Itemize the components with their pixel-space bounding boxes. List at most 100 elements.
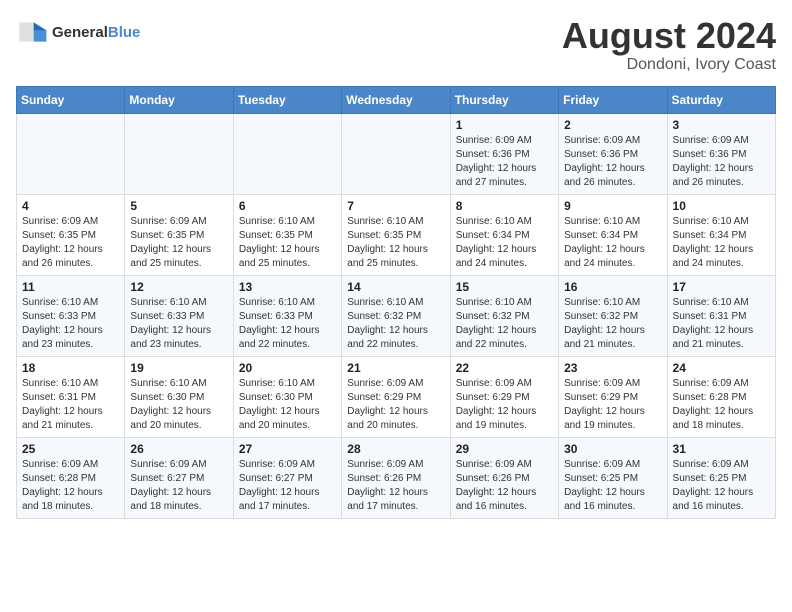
day-number: 13 bbox=[239, 280, 336, 294]
day-info: Sunrise: 6:10 AM Sunset: 6:35 PM Dayligh… bbox=[239, 215, 336, 271]
calendar-table: SundayMondayTuesdayWednesdayThursdayFrid… bbox=[16, 86, 776, 519]
logo-icon bbox=[16, 16, 48, 48]
logo: GeneralBlue bbox=[16, 16, 140, 48]
calendar-cell: 10 Sunrise: 6:10 AM Sunset: 6:34 PM Dayli… bbox=[667, 194, 775, 275]
calendar-subtitle: Dondoni, Ivory Coast bbox=[562, 56, 776, 74]
calendar-cell: 19 Sunrise: 6:10 AM Sunset: 6:30 PM Dayli… bbox=[125, 356, 233, 437]
calendar-header-tuesday: Tuesday bbox=[233, 86, 341, 113]
day-number: 17 bbox=[673, 280, 770, 294]
calendar-week-row: 25 Sunrise: 6:09 AM Sunset: 6:28 PM Dayli… bbox=[17, 437, 776, 518]
day-number: 27 bbox=[239, 442, 336, 456]
day-info: Sunrise: 6:10 AM Sunset: 6:33 PM Dayligh… bbox=[22, 296, 119, 352]
calendar-cell: 29 Sunrise: 6:09 AM Sunset: 6:26 PM Dayli… bbox=[450, 437, 558, 518]
calendar-cell: 28 Sunrise: 6:09 AM Sunset: 6:26 PM Dayli… bbox=[342, 437, 450, 518]
logo-text: GeneralBlue bbox=[52, 24, 140, 41]
day-number: 31 bbox=[673, 442, 770, 456]
calendar-cell: 14Sunrise: 6:10 AM Sunset: 6:32 PM Dayli… bbox=[342, 275, 450, 356]
day-info: Sunrise: 6:09 AM Sunset: 6:36 PM Dayligh… bbox=[673, 134, 770, 190]
calendar-header-saturday: Saturday bbox=[667, 86, 775, 113]
calendar-cell bbox=[17, 113, 125, 194]
calendar-week-row: 1 Sunrise: 6:09 AM Sunset: 6:36 PM Daylig… bbox=[17, 113, 776, 194]
calendar-header-row: SundayMondayTuesdayWednesdayThursdayFrid… bbox=[17, 86, 776, 113]
calendar-cell: 6 Sunrise: 6:10 AM Sunset: 6:35 PM Daylig… bbox=[233, 194, 341, 275]
calendar-cell: 31 Sunrise: 6:09 AM Sunset: 6:25 PM Dayli… bbox=[667, 437, 775, 518]
day-info: Sunrise: 6:10 AM Sunset: 6:30 PM Dayligh… bbox=[130, 377, 227, 433]
day-number: 10 bbox=[673, 199, 770, 213]
calendar-cell: 27Sunrise: 6:09 AM Sunset: 6:27 PM Dayli… bbox=[233, 437, 341, 518]
day-info: Sunrise: 6:09 AM Sunset: 6:35 PM Dayligh… bbox=[130, 215, 227, 271]
day-info: Sunrise: 6:09 AM Sunset: 6:25 PM Dayligh… bbox=[673, 458, 770, 514]
day-number: 30 bbox=[564, 442, 661, 456]
day-info: Sunrise: 6:09 AM Sunset: 6:26 PM Dayligh… bbox=[456, 458, 553, 514]
day-info: Sunrise: 6:09 AM Sunset: 6:29 PM Dayligh… bbox=[347, 377, 444, 433]
day-number: 15 bbox=[456, 280, 553, 294]
calendar-title: August 2024 bbox=[562, 16, 776, 56]
day-info: Sunrise: 6:10 AM Sunset: 6:34 PM Dayligh… bbox=[673, 215, 770, 271]
day-number: 20 bbox=[239, 361, 336, 375]
day-number: 8 bbox=[456, 199, 553, 213]
day-info: Sunrise: 6:09 AM Sunset: 6:29 PM Dayligh… bbox=[456, 377, 553, 433]
day-number: 9 bbox=[564, 199, 661, 213]
day-number: 1 bbox=[456, 118, 553, 132]
day-info: Sunrise: 6:10 AM Sunset: 6:32 PM Dayligh… bbox=[456, 296, 553, 352]
day-info: Sunrise: 6:10 AM Sunset: 6:31 PM Dayligh… bbox=[673, 296, 770, 352]
calendar-cell: 13 Sunrise: 6:10 AM Sunset: 6:33 PM Dayli… bbox=[233, 275, 341, 356]
calendar-cell: 16 Sunrise: 6:10 AM Sunset: 6:32 PM Dayli… bbox=[559, 275, 667, 356]
day-number: 14 bbox=[347, 280, 444, 294]
day-info: Sunrise: 6:10 AM Sunset: 6:33 PM Dayligh… bbox=[130, 296, 227, 352]
calendar-cell: 4 Sunrise: 6:09 AM Sunset: 6:35 PM Daylig… bbox=[17, 194, 125, 275]
day-info: Sunrise: 6:10 AM Sunset: 6:32 PM Dayligh… bbox=[564, 296, 661, 352]
calendar-week-row: 18Sunrise: 6:10 AM Sunset: 6:31 PM Dayli… bbox=[17, 356, 776, 437]
day-info: Sunrise: 6:10 AM Sunset: 6:35 PM Dayligh… bbox=[347, 215, 444, 271]
day-info: Sunrise: 6:09 AM Sunset: 6:26 PM Dayligh… bbox=[347, 458, 444, 514]
day-number: 4 bbox=[22, 199, 119, 213]
calendar-cell: 3Sunrise: 6:09 AM Sunset: 6:36 PM Daylig… bbox=[667, 113, 775, 194]
calendar-cell: 11 Sunrise: 6:10 AM Sunset: 6:33 PM Dayli… bbox=[17, 275, 125, 356]
day-number: 29 bbox=[456, 442, 553, 456]
calendar-cell: 7 Sunrise: 6:10 AM Sunset: 6:35 PM Daylig… bbox=[342, 194, 450, 275]
day-info: Sunrise: 6:09 AM Sunset: 6:28 PM Dayligh… bbox=[22, 458, 119, 514]
calendar-cell: 1Sunrise: 6:09 AM Sunset: 6:36 PM Daylig… bbox=[450, 113, 558, 194]
day-number: 18 bbox=[22, 361, 119, 375]
calendar-week-row: 11 Sunrise: 6:10 AM Sunset: 6:33 PM Dayli… bbox=[17, 275, 776, 356]
day-number: 25 bbox=[22, 442, 119, 456]
day-info: Sunrise: 6:10 AM Sunset: 6:33 PM Dayligh… bbox=[239, 296, 336, 352]
calendar-header-sunday: Sunday bbox=[17, 86, 125, 113]
calendar-cell bbox=[233, 113, 341, 194]
day-number: 24 bbox=[673, 361, 770, 375]
day-number: 28 bbox=[347, 442, 444, 456]
calendar-cell: 20Sunrise: 6:10 AM Sunset: 6:30 PM Dayli… bbox=[233, 356, 341, 437]
calendar-cell: 8 Sunrise: 6:10 AM Sunset: 6:34 PM Daylig… bbox=[450, 194, 558, 275]
calendar-cell: 26 Sunrise: 6:09 AM Sunset: 6:27 PM Dayli… bbox=[125, 437, 233, 518]
calendar-cell: 12 Sunrise: 6:10 AM Sunset: 6:33 PM Dayli… bbox=[125, 275, 233, 356]
day-number: 11 bbox=[22, 280, 119, 294]
day-number: 6 bbox=[239, 199, 336, 213]
day-number: 5 bbox=[130, 199, 227, 213]
day-number: 26 bbox=[130, 442, 227, 456]
calendar-cell bbox=[342, 113, 450, 194]
day-info: Sunrise: 6:09 AM Sunset: 6:25 PM Dayligh… bbox=[564, 458, 661, 514]
day-number: 19 bbox=[130, 361, 227, 375]
day-number: 23 bbox=[564, 361, 661, 375]
calendar-header-monday: Monday bbox=[125, 86, 233, 113]
calendar-header-wednesday: Wednesday bbox=[342, 86, 450, 113]
day-info: Sunrise: 6:09 AM Sunset: 6:27 PM Dayligh… bbox=[130, 458, 227, 514]
calendar-cell: 22 Sunrise: 6:09 AM Sunset: 6:29 PM Dayli… bbox=[450, 356, 558, 437]
calendar-cell: 5 Sunrise: 6:09 AM Sunset: 6:35 PM Daylig… bbox=[125, 194, 233, 275]
day-info: Sunrise: 6:10 AM Sunset: 6:34 PM Dayligh… bbox=[456, 215, 553, 271]
page-header: GeneralBlue August 2024 Dondoni, Ivory C… bbox=[16, 16, 776, 74]
day-number: 22 bbox=[456, 361, 553, 375]
calendar-cell: 15 Sunrise: 6:10 AM Sunset: 6:32 PM Dayli… bbox=[450, 275, 558, 356]
title-block: August 2024 Dondoni, Ivory Coast bbox=[562, 16, 776, 74]
day-info: Sunrise: 6:09 AM Sunset: 6:29 PM Dayligh… bbox=[564, 377, 661, 433]
day-number: 7 bbox=[347, 199, 444, 213]
calendar-cell bbox=[125, 113, 233, 194]
day-info: Sunrise: 6:09 AM Sunset: 6:35 PM Dayligh… bbox=[22, 215, 119, 271]
day-number: 2 bbox=[564, 118, 661, 132]
calendar-header-thursday: Thursday bbox=[450, 86, 558, 113]
calendar-cell: 24Sunrise: 6:09 AM Sunset: 6:28 PM Dayli… bbox=[667, 356, 775, 437]
day-number: 16 bbox=[564, 280, 661, 294]
calendar-week-row: 4 Sunrise: 6:09 AM Sunset: 6:35 PM Daylig… bbox=[17, 194, 776, 275]
day-number: 12 bbox=[130, 280, 227, 294]
calendar-cell: 30 Sunrise: 6:09 AM Sunset: 6:25 PM Dayli… bbox=[559, 437, 667, 518]
